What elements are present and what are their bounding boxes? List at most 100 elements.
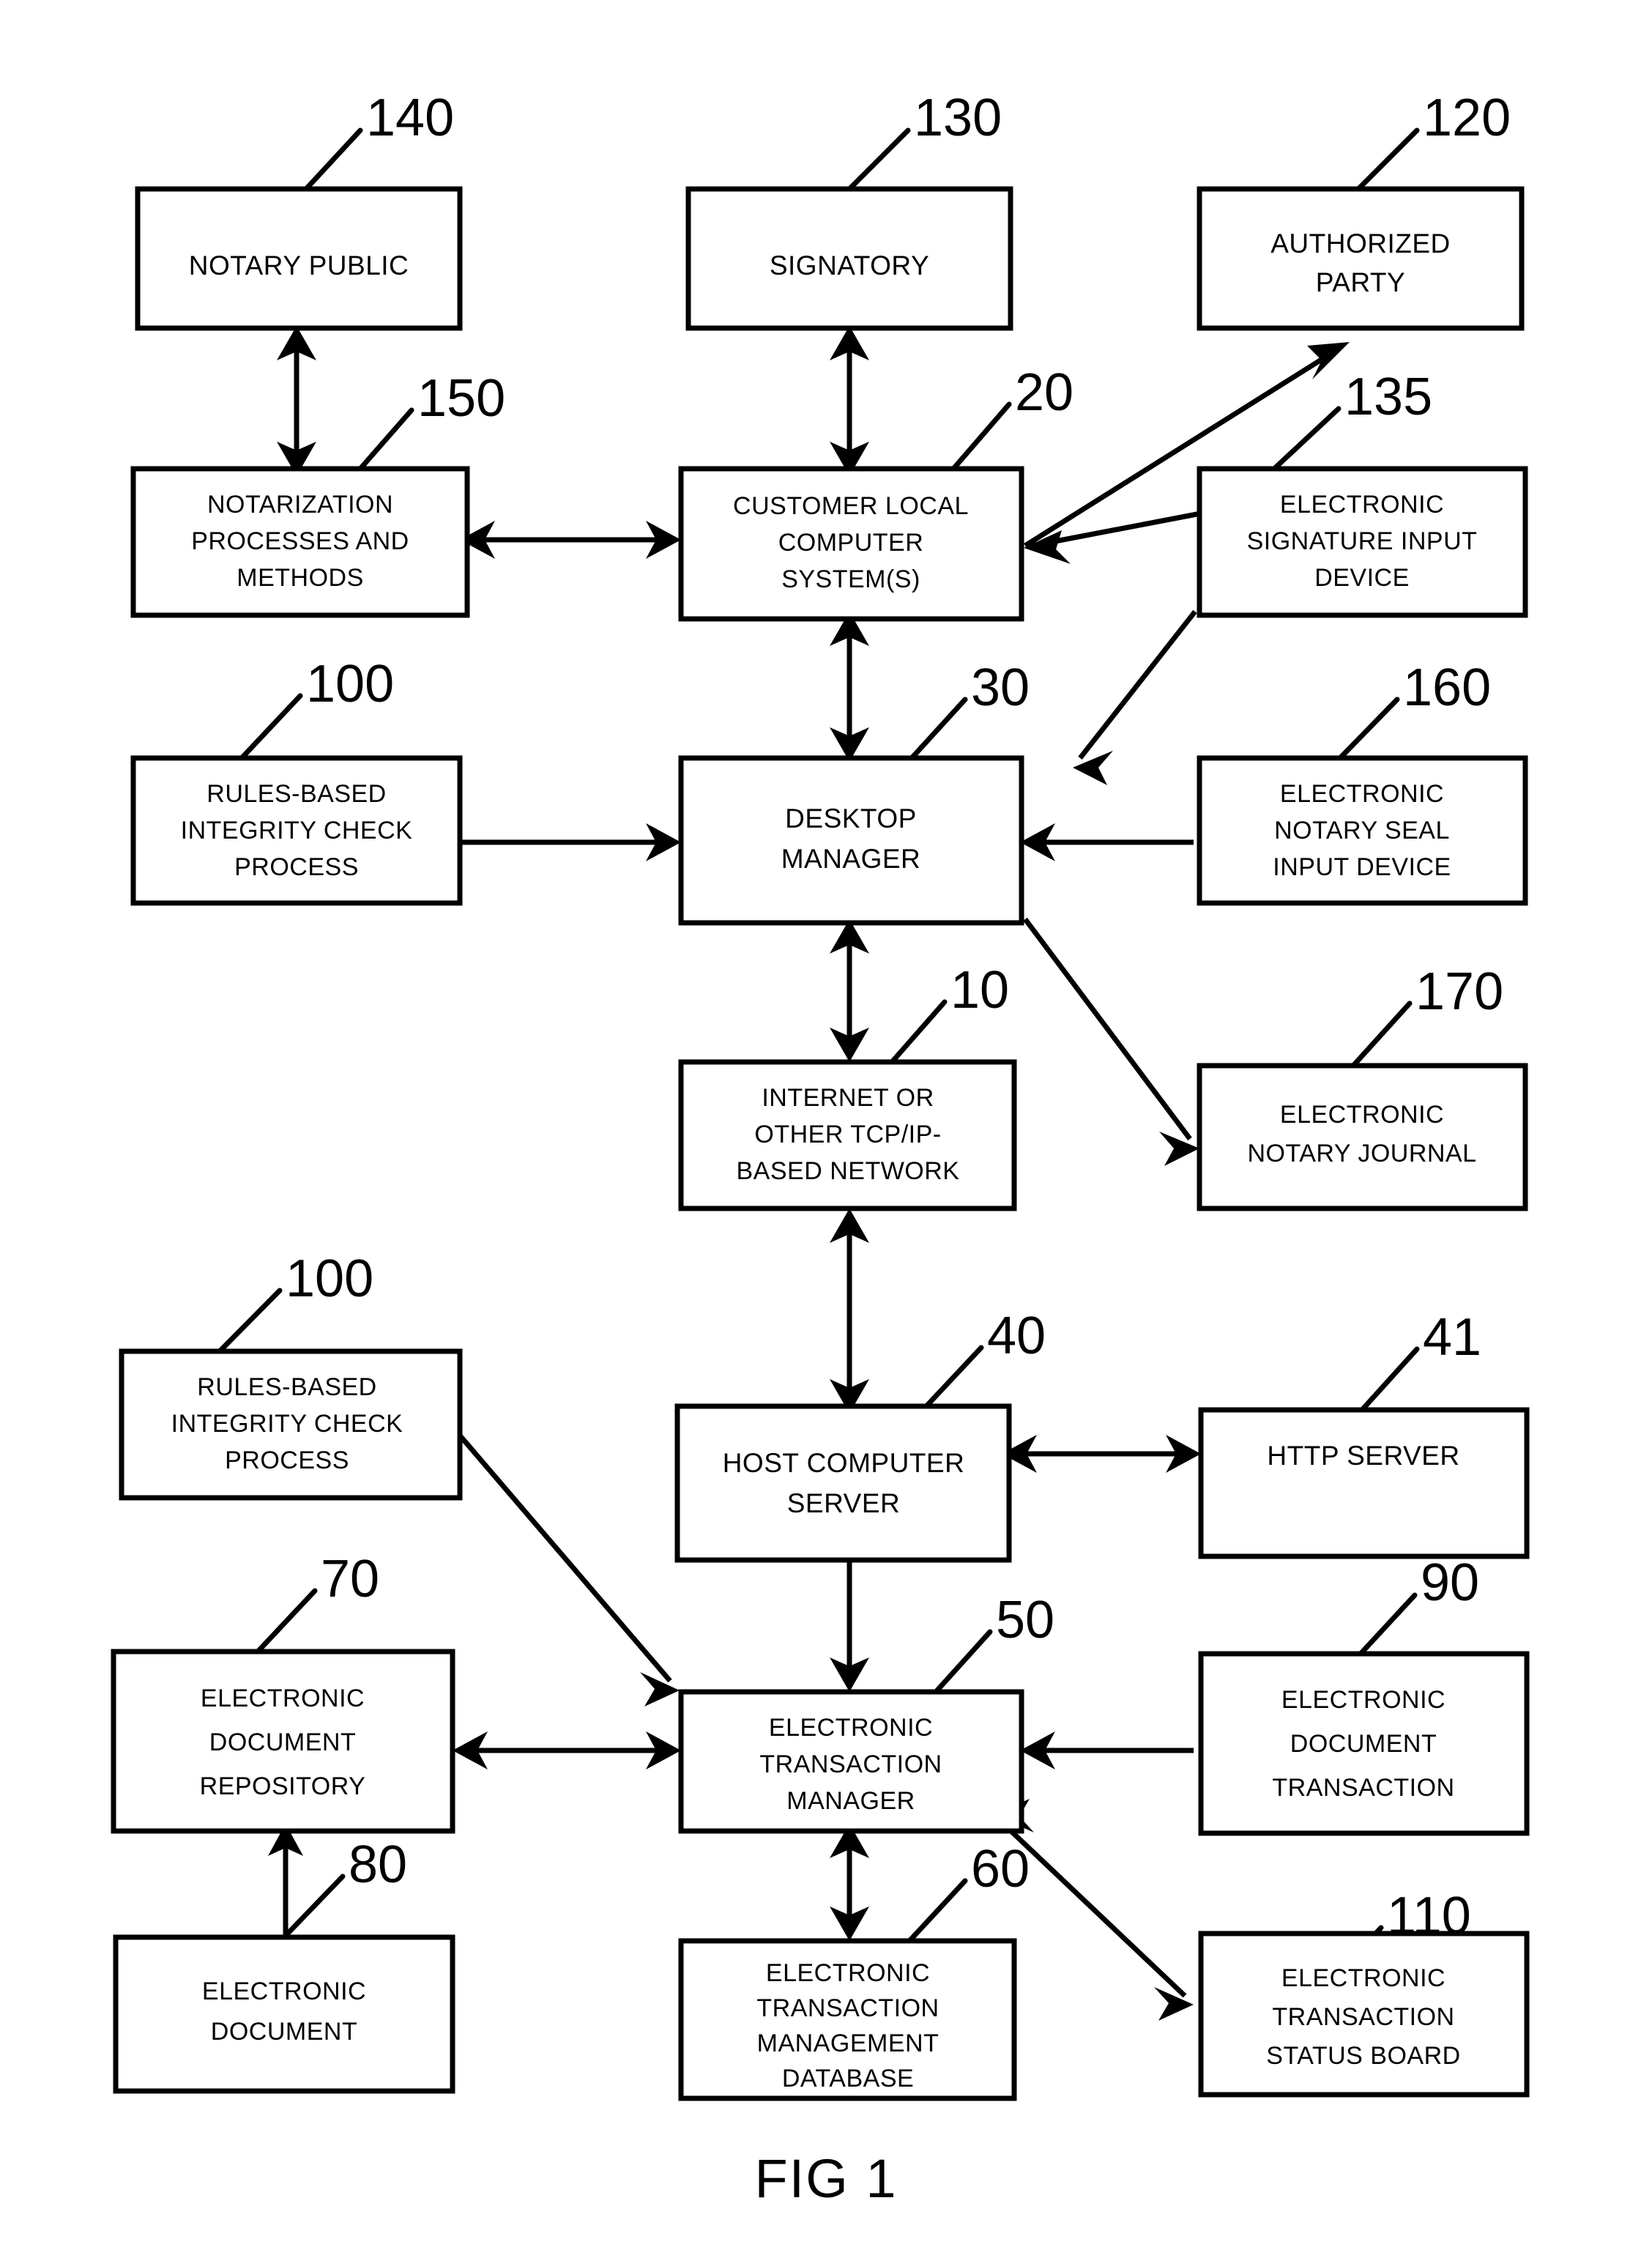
connector-notarization-notary-public — [277, 326, 316, 476]
node-etmdb-line-0: ELECTRONIC — [766, 1959, 930, 1987]
node-desktop-line-1: MANAGER — [781, 844, 921, 874]
leader-10 — [889, 999, 948, 1065]
node-transaction-management-database[interactable]: ELECTRONIC TRANSACTION MANAGEMENT DATABA… — [678, 1938, 1017, 2101]
leader-90 — [1358, 1592, 1418, 1657]
node-customer-line-2: SYSTEM(S) — [781, 565, 920, 593]
node-edt-line-1: DOCUMENT — [1290, 1730, 1437, 1758]
connector-transaction-repository — [453, 1731, 681, 1769]
ref-numeral-20: 20 — [1015, 363, 1074, 422]
leader-120 — [1355, 127, 1420, 192]
node-etm-line-1: TRANSACTION — [759, 1750, 942, 1778]
node-signatory-line-0: SIGNATORY — [770, 250, 929, 281]
leader-135 — [1271, 406, 1342, 472]
node-rules-top-line-2: PROCESS — [234, 853, 359, 881]
block-diagram-canvas: NOTARY PUBLIC 140 SIGNATORY 130 AUTHORIZ… — [111, 89, 1530, 2209]
ref-numeral-150: 150 — [417, 369, 505, 428]
node-rules-bottom-line-1: INTEGRITY CHECK — [171, 1410, 403, 1438]
node-etmdb-line-1: TRANSACTION — [756, 1994, 939, 2022]
node-rules-bottom-line-2: PROCESS — [225, 1446, 349, 1474]
ref-numeral-30: 30 — [971, 658, 1030, 717]
node-host-computer-server[interactable]: HOST COMPUTER SERVER — [674, 1403, 1012, 1563]
node-rules-based-integrity-check-top[interactable]: RULES-BASED INTEGRITY CHECK PROCESS — [130, 755, 463, 906]
node-rules-based-integrity-check-bottom[interactable]: RULES-BASED INTEGRITY CHECK PROCESS — [119, 1348, 463, 1501]
ref-numeral-90: 90 — [1421, 1553, 1479, 1612]
node-journal-line-0: ELECTRONIC — [1280, 1101, 1444, 1129]
node-edt-line-2: TRANSACTION — [1272, 1774, 1454, 1802]
node-journal-line-1: NOTARY JOURNAL — [1247, 1140, 1476, 1167]
node-etm-line-0: ELECTRONIC — [769, 1714, 933, 1742]
ref-numeral-100-bottom: 100 — [286, 1249, 373, 1308]
node-notary-seal-input-device[interactable]: ELECTRONIC NOTARY SEAL INPUT DEVICE — [1197, 755, 1528, 906]
leader-40 — [923, 1345, 984, 1409]
node-repo-line-0: ELECTRONIC — [201, 1685, 365, 1712]
leader-20 — [950, 401, 1012, 472]
ref-numeral-110: 110 — [1387, 1887, 1471, 1945]
node-customer-local-computer[interactable]: CUSTOMER LOCAL COMPUTER SYSTEM(S) — [678, 466, 1024, 622]
leader-80 — [281, 1873, 346, 1940]
node-seal-line-2: INPUT DEVICE — [1273, 853, 1451, 881]
node-http-server[interactable]: HTTP SERVER — [1198, 1407, 1530, 1559]
node-esb-line-0: ELECTRONIC — [1281, 1964, 1446, 1992]
node-customer-line-0: CUSTOMER LOCAL — [733, 492, 969, 520]
ref-numeral-10: 10 — [950, 961, 1009, 1020]
node-notary-public[interactable]: NOTARY PUBLIC — [135, 186, 463, 331]
node-notarization-line-1: PROCESSES AND — [191, 527, 409, 555]
connector-customer-desktop — [830, 612, 869, 762]
node-electronic-document[interactable]: ELECTRONIC DOCUMENT — [113, 1934, 455, 2094]
node-internet-line-1: OTHER TCP/IP- — [754, 1121, 941, 1148]
leader-50 — [933, 1629, 993, 1695]
leader-30 — [909, 697, 968, 761]
connector-internet-host — [830, 1208, 869, 1414]
connector-transaction-db — [830, 1824, 869, 1941]
node-esignature-input-device[interactable]: ELECTRONIC SIGNATURE INPUT DEVICE — [1197, 466, 1528, 618]
node-authorized-party-line-1: PARTY — [1316, 267, 1405, 297]
ref-numeral-80: 80 — [349, 1835, 407, 1894]
node-notary-public-line-0: NOTARY PUBLIC — [189, 250, 409, 281]
node-host-line-0: HOST COMPUTER — [723, 1448, 965, 1478]
node-notary-journal[interactable]: ELECTRONIC NOTARY JOURNAL — [1197, 1063, 1528, 1211]
node-notarization-processes[interactable]: NOTARIZATION PROCESSES AND METHODS — [130, 466, 470, 618]
connector-customer-signatory — [830, 326, 869, 476]
node-internet-network[interactable]: INTERNET OR OTHER TCP/IP- BASED NETWORK — [678, 1059, 1017, 1211]
ref-numeral-50: 50 — [996, 1591, 1054, 1649]
connector-desktop-journal — [1023, 917, 1199, 1166]
node-electronic-document-transaction[interactable]: ELECTRONIC DOCUMENT TRANSACTION — [1198, 1651, 1530, 1836]
leader-100b — [217, 1288, 283, 1354]
node-signatory[interactable]: SIGNATORY — [685, 186, 1013, 331]
node-esig-line-1: SIGNATURE INPUT — [1247, 527, 1478, 555]
patent-figure: NOTARY PUBLIC 140 SIGNATORY 130 AUTHORIZ… — [0, 0, 1652, 2258]
leader-60 — [907, 1878, 968, 1944]
leader-130 — [847, 127, 911, 192]
connector-host-http — [1002, 1435, 1201, 1473]
node-edoc-line-1: DOCUMENT — [211, 2018, 357, 2046]
connector-esig-desktop — [1073, 609, 1197, 785]
node-desktop-line-0: DESKTOP — [785, 803, 917, 833]
node-host-line-1: SERVER — [787, 1488, 901, 1518]
node-authorized-party[interactable]: AUTHORIZED PARTY — [1197, 186, 1525, 331]
node-transaction-status-board[interactable]: ELECTRONIC TRANSACTION STATUS BOARD — [1198, 1931, 1530, 2098]
node-esb-line-2: STATUS BOARD — [1266, 2042, 1460, 2070]
ref-numeral-135: 135 — [1344, 368, 1432, 426]
ref-numeral-170: 170 — [1415, 962, 1503, 1021]
node-customer-line-1: COMPUTER — [778, 529, 924, 557]
node-authorized-party-line-0: AUTHORIZED — [1270, 229, 1451, 259]
connector-seal-desktop — [1020, 823, 1194, 861]
leader-150 — [357, 407, 414, 472]
node-seal-line-0: ELECTRONIC — [1280, 780, 1444, 808]
connector-transaction-statusboard — [994, 1799, 1194, 2021]
leader-140 — [303, 127, 363, 192]
node-electronic-transaction-manager[interactable]: ELECTRONIC TRANSACTION MANAGER — [678, 1689, 1024, 1834]
leader-41 — [1359, 1346, 1420, 1413]
node-desktop-manager[interactable]: DESKTOP MANAGER — [678, 755, 1024, 926]
node-esig-line-0: ELECTRONIC — [1280, 491, 1444, 519]
connector-notarization-customer — [460, 521, 681, 559]
ref-numeral-140: 140 — [366, 89, 454, 147]
node-document-repository[interactable]: ELECTRONIC DOCUMENT REPOSITORY — [111, 1649, 455, 1834]
ref-numeral-120: 120 — [1423, 89, 1511, 147]
connector-desktop-internet — [830, 919, 869, 1062]
leader-160 — [1337, 697, 1400, 761]
node-notarization-line-0: NOTARIZATION — [207, 491, 393, 519]
node-etmdb-line-3: DATABASE — [782, 2065, 914, 2092]
leader-70 — [255, 1588, 318, 1654]
node-esb-line-1: TRANSACTION — [1272, 2003, 1454, 2031]
